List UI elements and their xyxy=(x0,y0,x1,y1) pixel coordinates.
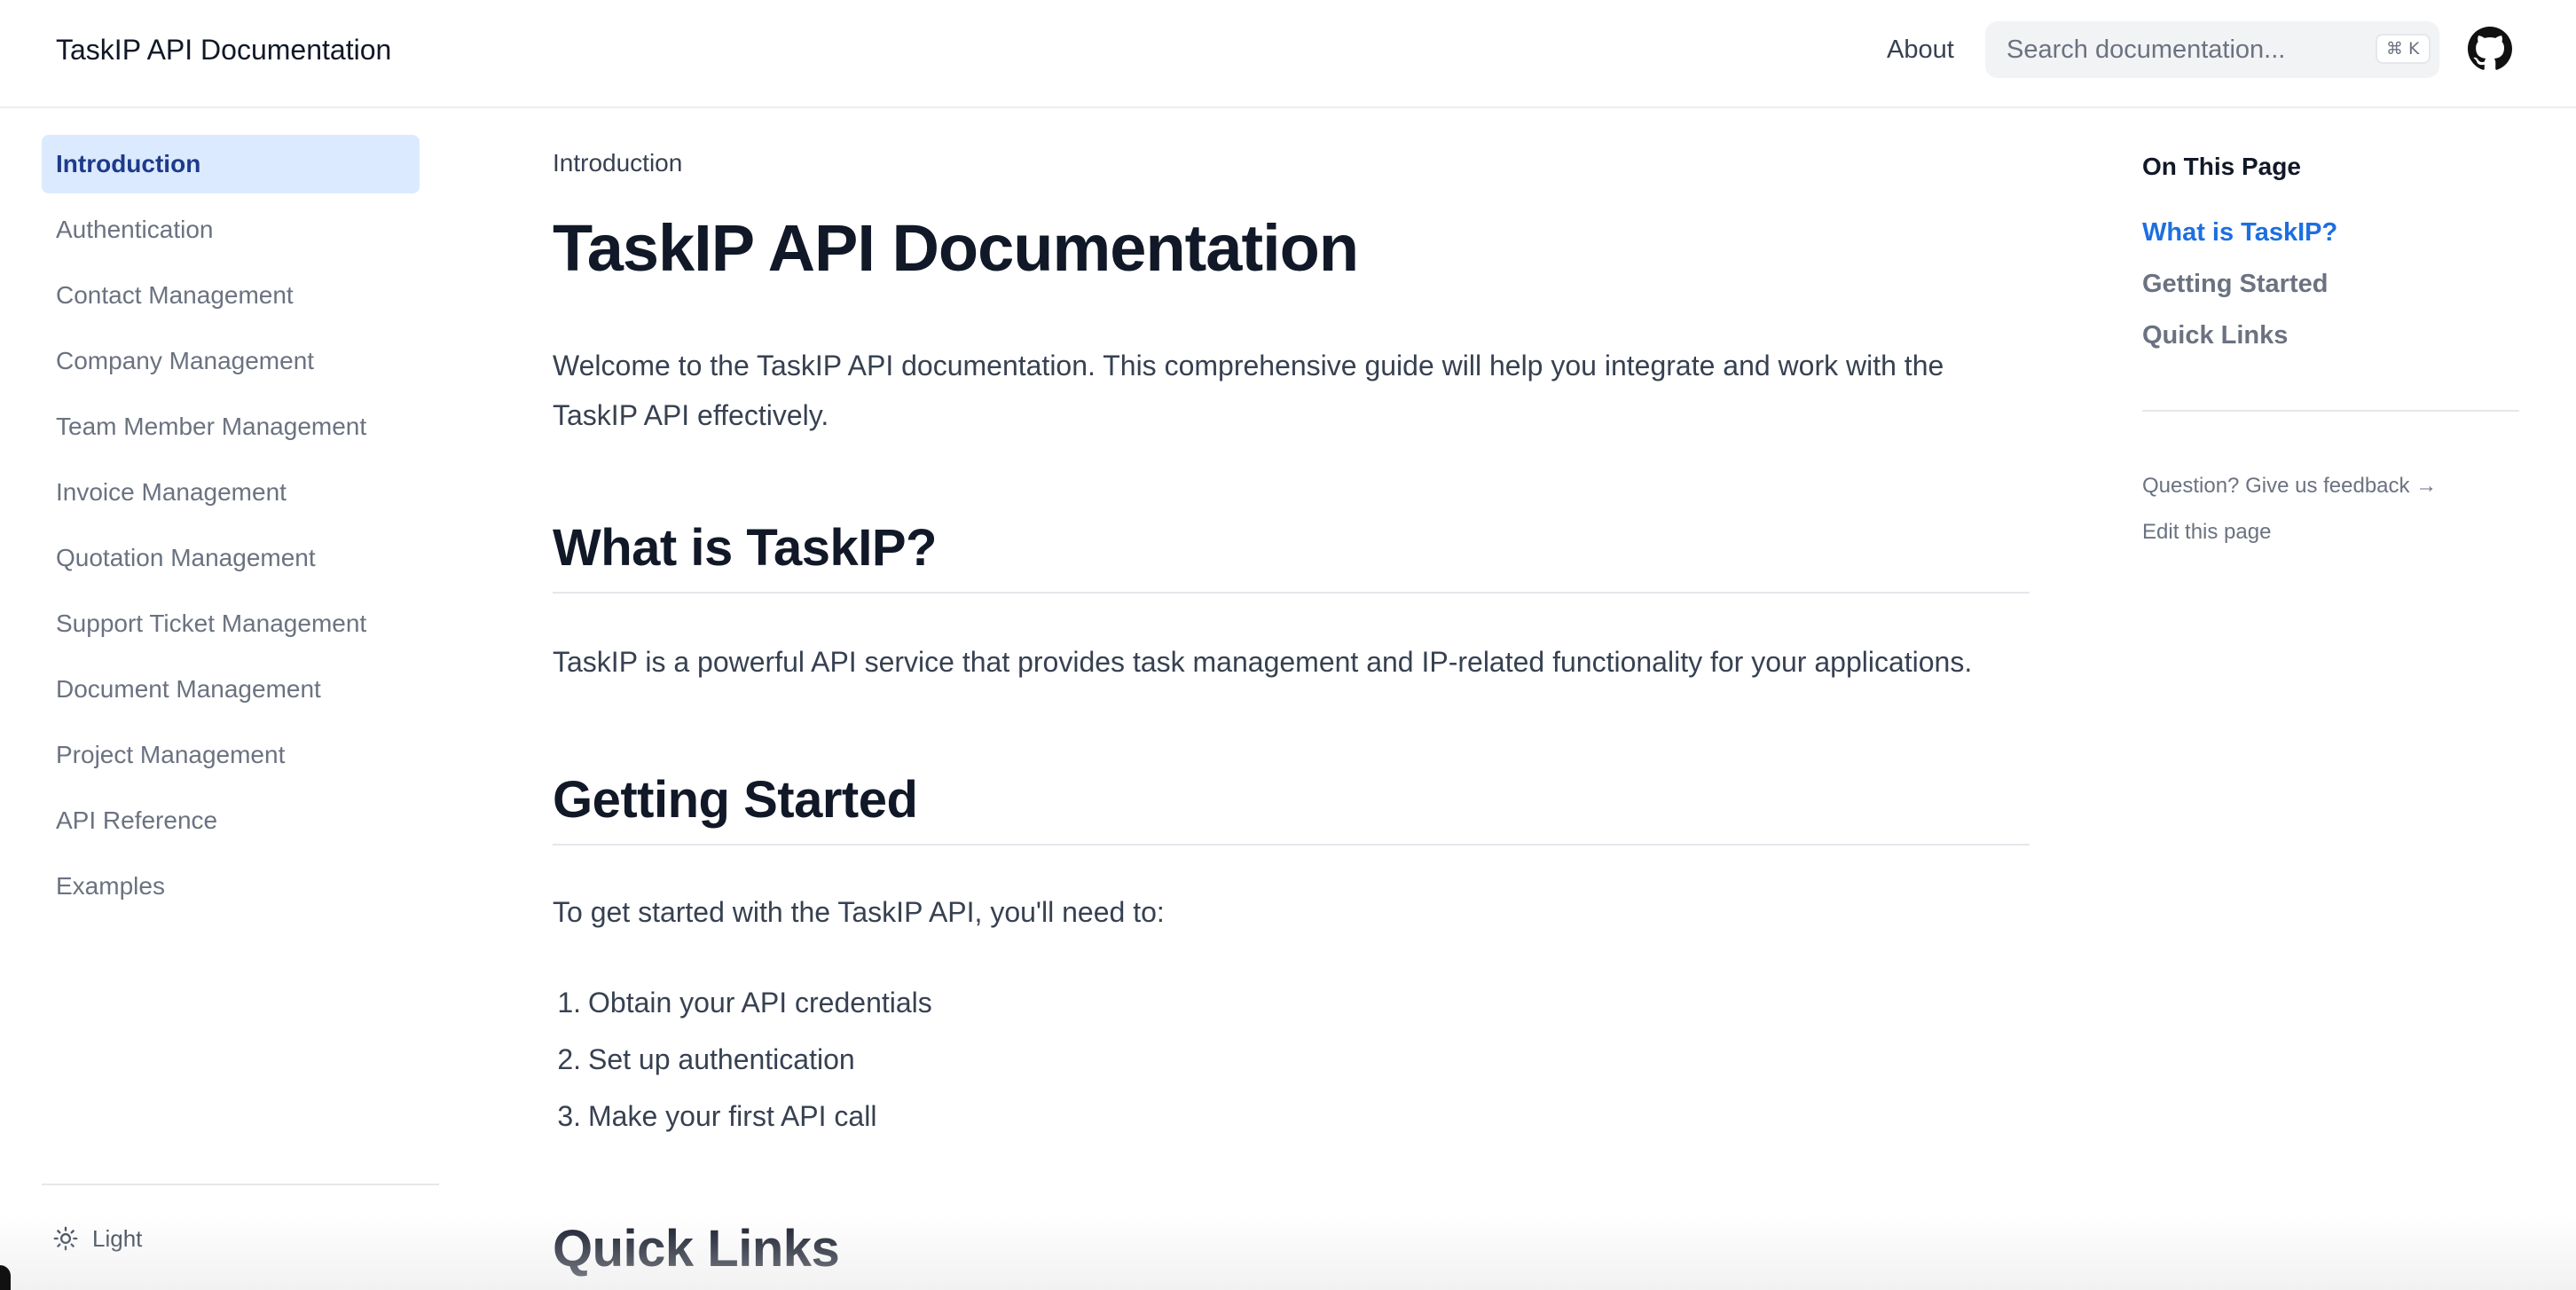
section-divider xyxy=(553,844,2030,846)
toc-link-what-is-taskip[interactable]: What is TaskIP? xyxy=(2142,215,2337,250)
sidebar-item-team-member-management[interactable]: Team Member Management xyxy=(42,397,420,456)
breadcrumb: Introduction xyxy=(553,149,683,177)
search-input[interactable]: Search documentation... ⌘ K xyxy=(1985,21,2439,78)
about-link[interactable]: About xyxy=(1887,30,1954,69)
list-item: 3. Make your first API call xyxy=(557,1100,877,1132)
sidebar-bottom-divider xyxy=(42,1184,439,1185)
toc-divider xyxy=(2142,410,2519,412)
search-placeholder: Search documentation... xyxy=(2007,35,2286,64)
sidebar-item-examples[interactable]: Examples xyxy=(42,857,420,916)
github-icon[interactable] xyxy=(2468,27,2512,71)
sidebar-item-support-ticket-management[interactable]: Support Ticket Management xyxy=(42,594,420,653)
section-divider xyxy=(553,592,2030,594)
toc-title: On This Page xyxy=(2142,153,2301,180)
sidebar-item-document-management[interactable]: Document Management xyxy=(42,660,420,719)
sidebar-item-api-reference[interactable]: API Reference xyxy=(42,791,420,850)
top-header: TaskIP API Documentation About Search do… xyxy=(0,0,2576,108)
list-item: 2. Set up authentication xyxy=(557,1043,855,1075)
toc-link-getting-started[interactable]: Getting Started xyxy=(2142,266,2328,302)
sidebar-item-company-management[interactable]: Company Management xyxy=(42,332,420,390)
page-title: TaskIP API Documentation xyxy=(553,211,1359,285)
toc-link-quick-links[interactable]: Quick Links xyxy=(2142,318,2288,353)
section-heading-what-is-taskip: What is TaskIP? xyxy=(553,519,937,577)
sidebar-item-introduction[interactable]: Introduction xyxy=(42,135,420,193)
section-paragraph: TaskIP is a powerful API service that pr… xyxy=(553,646,1973,678)
site-title[interactable]: TaskIP API Documentation xyxy=(56,30,391,69)
section-heading-quick-links: Quick Links xyxy=(553,1220,840,1278)
sidebar-item-project-management[interactable]: Project Management xyxy=(42,726,420,784)
section-heading-getting-started: Getting Started xyxy=(553,771,918,829)
on-this-page-toc: On This Page What is TaskIP? Getting Sta… xyxy=(2142,108,2519,1290)
sun-icon xyxy=(53,1226,78,1251)
intro-paragraph: Welcome to the TaskIP API documentation.… xyxy=(553,350,1944,431)
sidebar-item-contact-management[interactable]: Contact Management xyxy=(42,266,420,325)
list-item: 1. Obtain your API credentials xyxy=(557,987,932,1019)
sidebar-nav: Introduction Authentication Contact Mana… xyxy=(0,108,444,1290)
sidebar-item-invoice-management[interactable]: Invoice Management xyxy=(42,463,420,522)
search-shortcut-badge: ⌘ K xyxy=(2376,34,2431,64)
theme-toggle-label: Light xyxy=(92,1225,143,1252)
getting-started-steps: 1. Obtain your API credentials 2. Set up a… xyxy=(546,974,932,1144)
section-paragraph: To get started with the TaskIP API, you'… xyxy=(553,896,1165,928)
main-content: Introduction TaskIP API Documentation We… xyxy=(553,108,2030,1290)
sidebar-item-quotation-management[interactable]: Quotation Management xyxy=(42,529,420,587)
sidebar-item-authentication[interactable]: Authentication xyxy=(42,201,420,259)
feedback-link[interactable]: Question? Give us feedback → xyxy=(2142,470,2437,502)
edit-page-link[interactable]: Edit this page xyxy=(2142,516,2271,548)
